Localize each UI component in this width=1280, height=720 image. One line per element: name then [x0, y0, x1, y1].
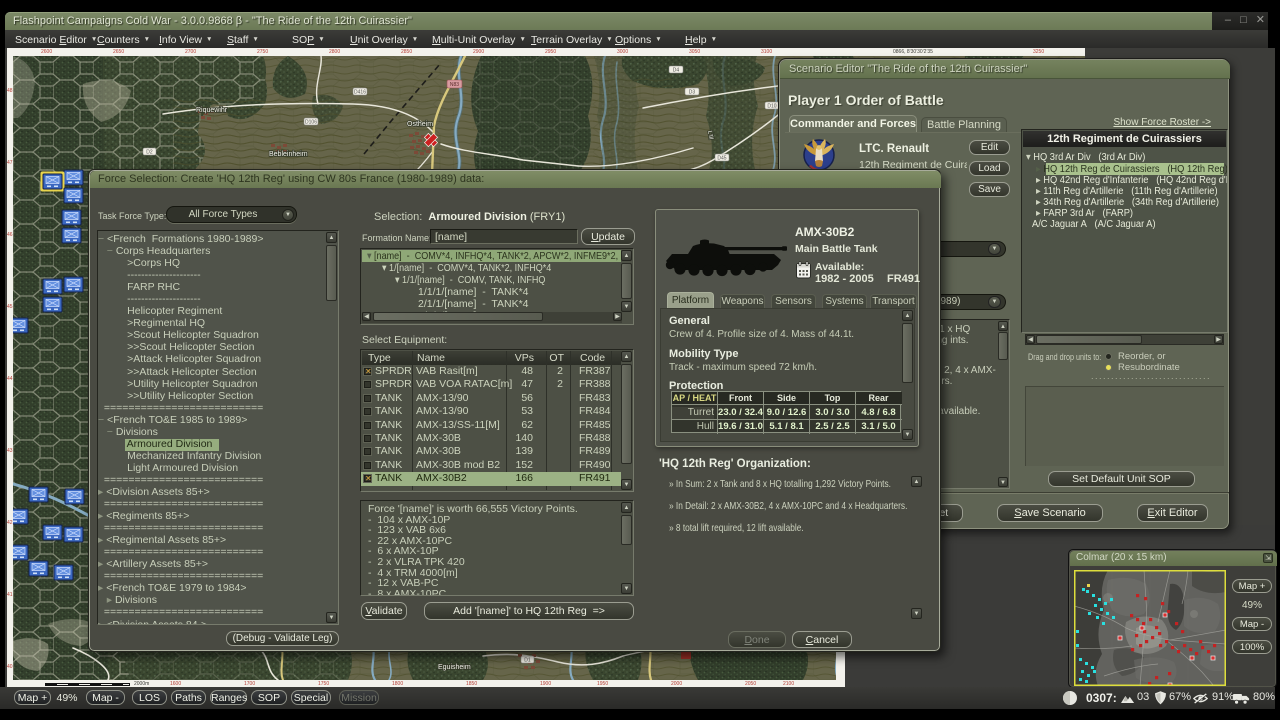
svg-text:D2: D2	[146, 150, 153, 156]
svg-text:D1: D1	[524, 658, 531, 664]
svg-text:D416: D416	[354, 90, 366, 96]
svg-text:D45: D45	[717, 156, 726, 162]
svg-text:Eguisheim: Eguisheim	[438, 664, 471, 671]
svg-text:D3: D3	[689, 90, 696, 96]
svg-text:N83: N83	[450, 82, 459, 88]
svg-text:D10: D10	[767, 104, 776, 110]
svg-text:Bebleinheim: Bebleinheim	[269, 151, 308, 158]
svg-text:Riquewihr: Riquewihr	[196, 107, 228, 114]
svg-text:Ostheim: Ostheim	[407, 121, 433, 128]
svg-text:D106: D106	[305, 120, 317, 126]
svg-text:D4: D4	[673, 68, 680, 74]
